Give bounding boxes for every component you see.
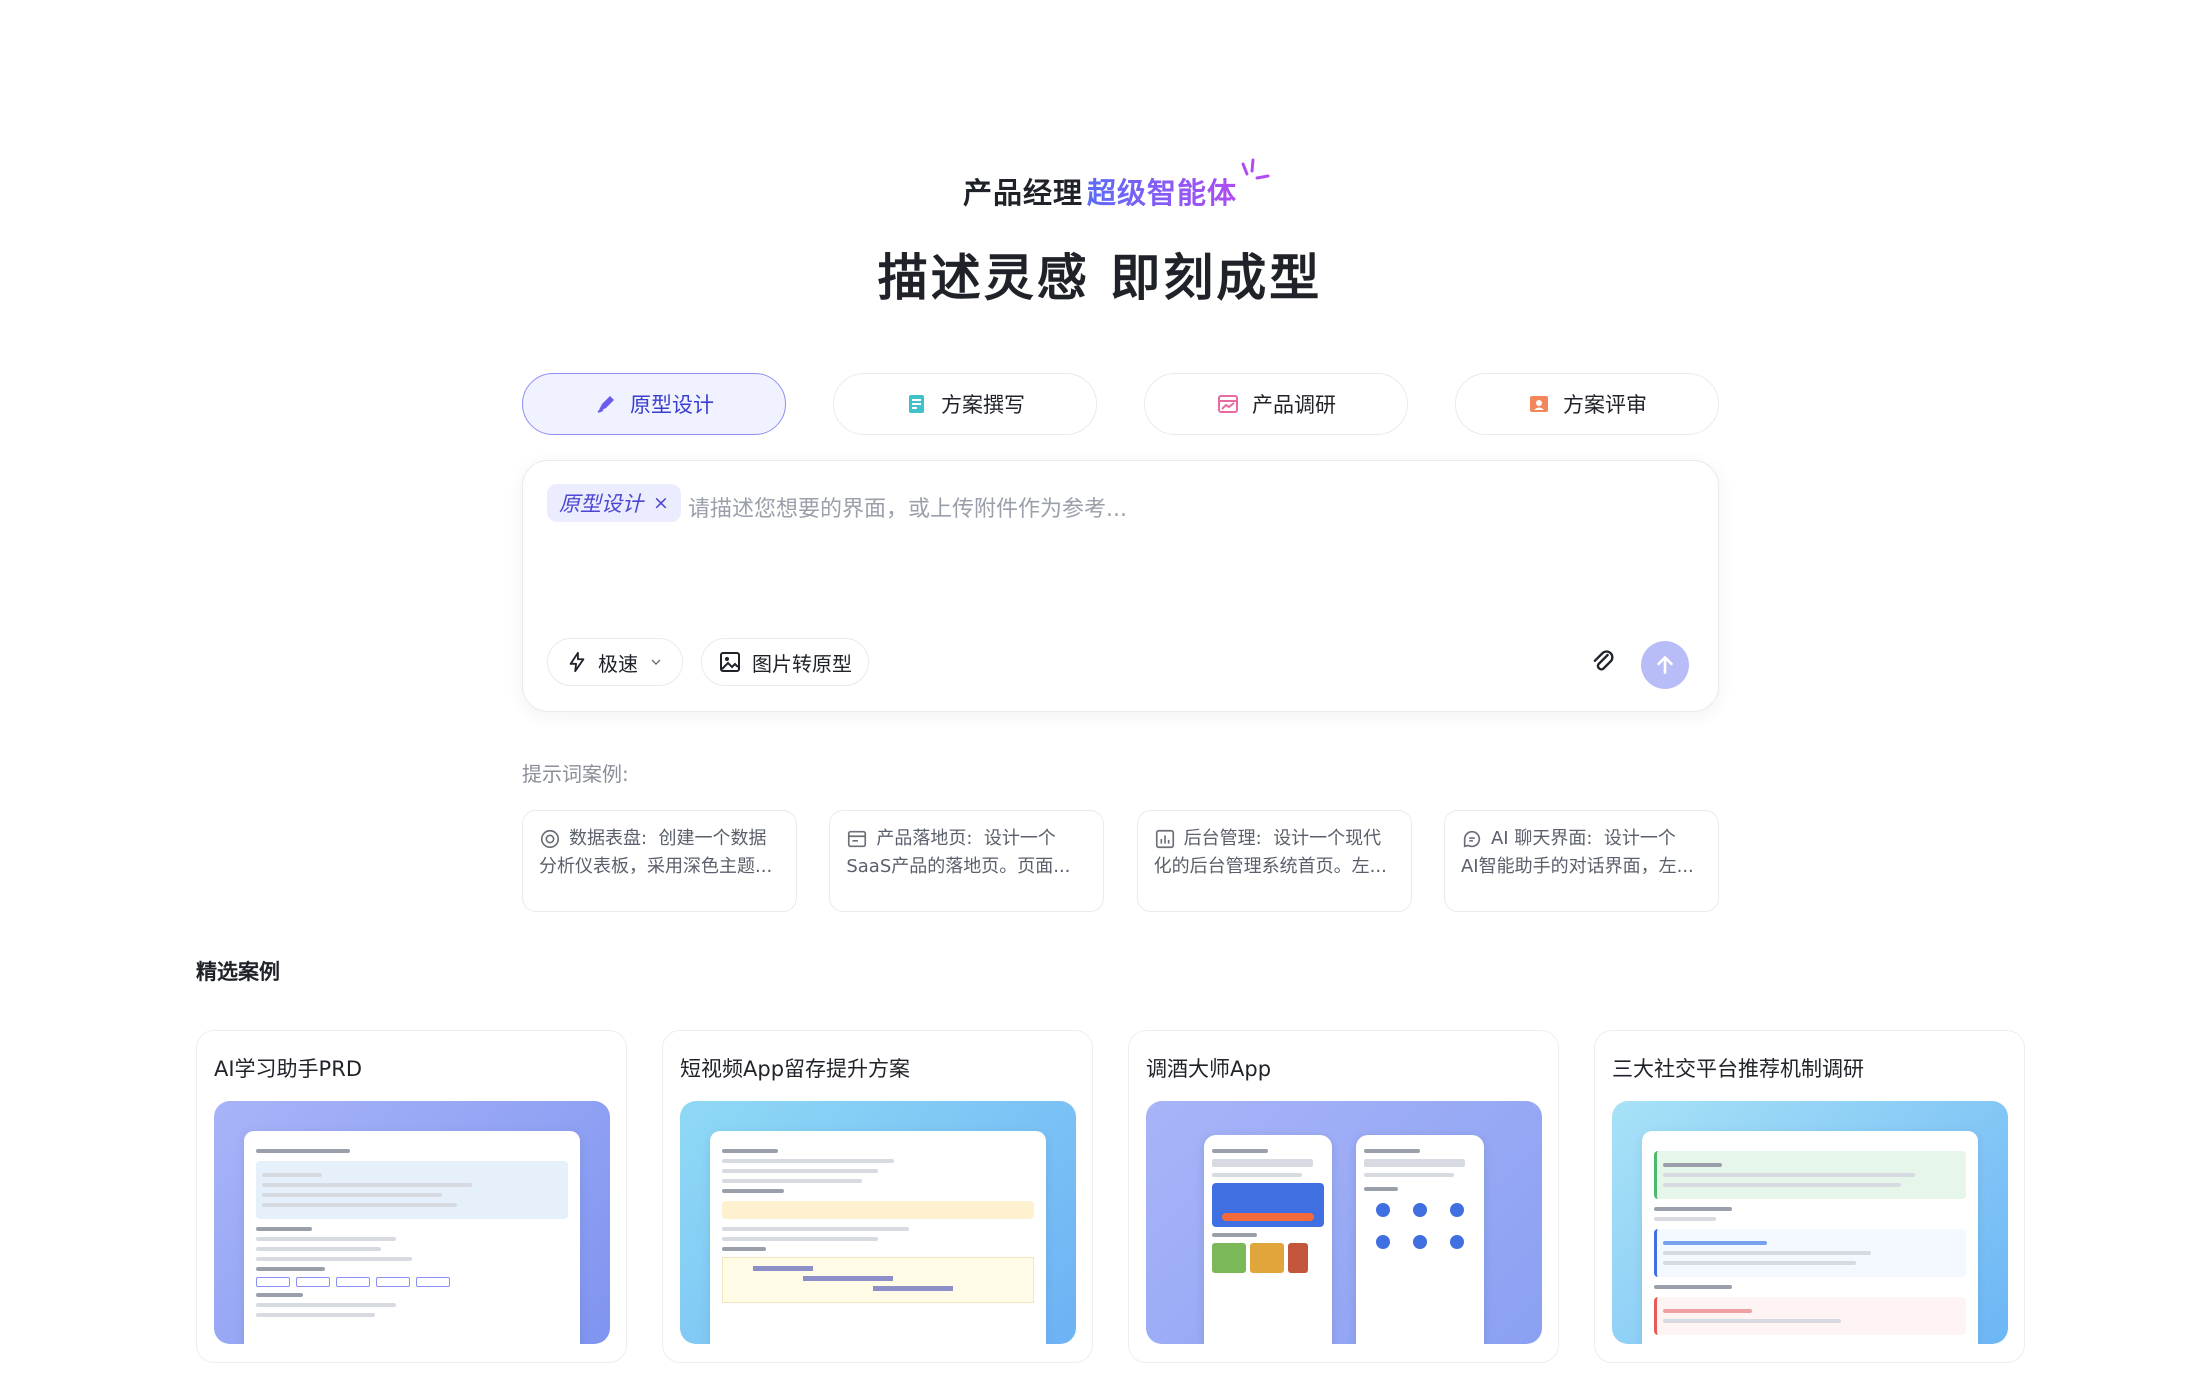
hero-subtitle-plain: 产品经理 [962, 176, 1083, 210]
image-to-prototype-button[interactable]: 图片转原型 [701, 638, 869, 686]
review-person-icon [1527, 392, 1551, 416]
tab-proposal-review[interactable]: 方案评审 [1455, 373, 1719, 435]
hint-list: 数据表盘: 创建一个数据 分析仪表板，采用深色主题... 产品落地页: 设计一个… [522, 810, 1719, 912]
hero-subtitle-accent: 超级智能体 [1087, 170, 1237, 212]
image-icon [720, 652, 740, 672]
hint-line2: 化的后台管理系统首页。左... [1153, 856, 1387, 877]
hint-section-label: 提示词案例: [522, 762, 629, 786]
hint-title: 产品落地页: [876, 828, 973, 849]
doc-edit-icon [905, 392, 929, 416]
mode-chip-label: 原型设计 [559, 492, 643, 516]
featured-card[interactable]: 短视频App留存提升方案 [662, 1030, 1093, 1363]
hint-line2: AI智能助手的对话界面，左... [1460, 856, 1694, 877]
hero-subtitle: 产品经理 超级智能体 [962, 158, 1270, 212]
tab-product-research[interactable]: 产品调研 [1144, 373, 1408, 435]
speed-label: 极速 [598, 651, 638, 676]
tab-label: 方案撰写 [941, 393, 1025, 417]
speed-dropdown[interactable]: 极速 [547, 638, 683, 686]
page-title: 描述灵感 即刻成型 [877, 249, 1323, 307]
featured-card[interactable]: 调酒大师App [1128, 1030, 1559, 1363]
mode-tabs: 原型设计 方案撰写 产品调研 方案评审 [522, 373, 1719, 435]
card-title: 三大社交平台推荐机制调研 [1612, 1057, 1864, 1081]
hint-card-admin[interactable]: 后台管理: 设计一个现代 化的后台管理系统首页。左... [1136, 810, 1412, 912]
send-button[interactable] [1641, 641, 1689, 689]
featured-card-list: AI学习助手PRD 短视频App留存提升方案 调酒大师App 三大社交平台推荐机… [196, 1030, 2025, 1363]
card-title: 调酒大师App [1146, 1057, 1272, 1081]
hint-card-dashboard[interactable]: 数据表盘: 创建一个数据 分析仪表板，采用深色主题... [522, 810, 797, 912]
card-thumbnail [214, 1101, 610, 1344]
hero: 产品经理 超级智能体 描述灵感 即刻成型 [0, 158, 2200, 310]
hint-card-chat[interactable]: AI 聊天界面: 设计一个 AI智能助手的对话界面，左... [1443, 810, 1719, 912]
hint-line2: SaaS产品的落地页。页面... [846, 856, 1071, 877]
card-title: 短视频App留存提升方案 [680, 1057, 911, 1081]
featured-card[interactable]: AI学习助手PRD [196, 1030, 627, 1363]
hint-line1: 设计一个现代 [1273, 828, 1382, 849]
hint-line1: 设计一个 [1603, 828, 1676, 849]
lightning-icon [569, 651, 585, 673]
chart-window-icon [1216, 392, 1240, 416]
chat-ai-icon [1461, 828, 1483, 850]
paperclip-icon[interactable] [1587, 646, 1619, 678]
card-thumbnail [1612, 1101, 2008, 1344]
pen-icon [594, 392, 618, 416]
card-thumbnail [1146, 1101, 1542, 1344]
close-icon[interactable]: × [653, 492, 669, 514]
admin-chart-icon [1154, 828, 1176, 850]
card-thumbnail [680, 1101, 1076, 1344]
sparkle-icon [1241, 158, 1270, 180]
arrow-up-icon [1657, 656, 1673, 674]
hint-title: 后台管理: [1183, 828, 1262, 849]
featured-card[interactable]: 三大社交平台推荐机制调研 [1594, 1030, 2025, 1363]
hint-line1: 创建一个数据 [658, 828, 767, 849]
chevron-down-icon [651, 659, 661, 665]
card-title: AI学习助手PRD [214, 1057, 362, 1081]
hint-line2: 分析仪表板，采用深色主题... [539, 856, 773, 877]
tab-label: 产品调研 [1252, 393, 1336, 417]
mode-chip: 原型设计 × [547, 484, 681, 522]
prompt-composer[interactable]: 原型设计 × 请描述您想要的界面，或上传附件作为参考... 极速 图片转原型 [522, 460, 1719, 712]
hint-card-landing[interactable]: 产品落地页: 设计一个 SaaS产品的落地页。页面... [829, 810, 1105, 912]
tab-prototype-design[interactable]: 原型设计 [522, 373, 786, 435]
hint-title: 数据表盘: [569, 828, 648, 849]
prompt-input[interactable]: 请描述您想要的界面，或上传附件作为参考... [688, 491, 1127, 523]
tab-proposal-writing[interactable]: 方案撰写 [833, 373, 1097, 435]
tab-label: 原型设计 [630, 393, 714, 417]
hint-line1: 设计一个 [983, 828, 1056, 849]
image-to-prototype-label: 图片转原型 [752, 651, 852, 676]
tab-label: 方案评审 [1563, 393, 1647, 417]
gauge-icon [539, 828, 561, 850]
hint-title: AI 聊天界面: [1490, 828, 1593, 849]
landing-page-icon [846, 828, 868, 850]
featured-section-title: 精选案例 [196, 960, 280, 984]
